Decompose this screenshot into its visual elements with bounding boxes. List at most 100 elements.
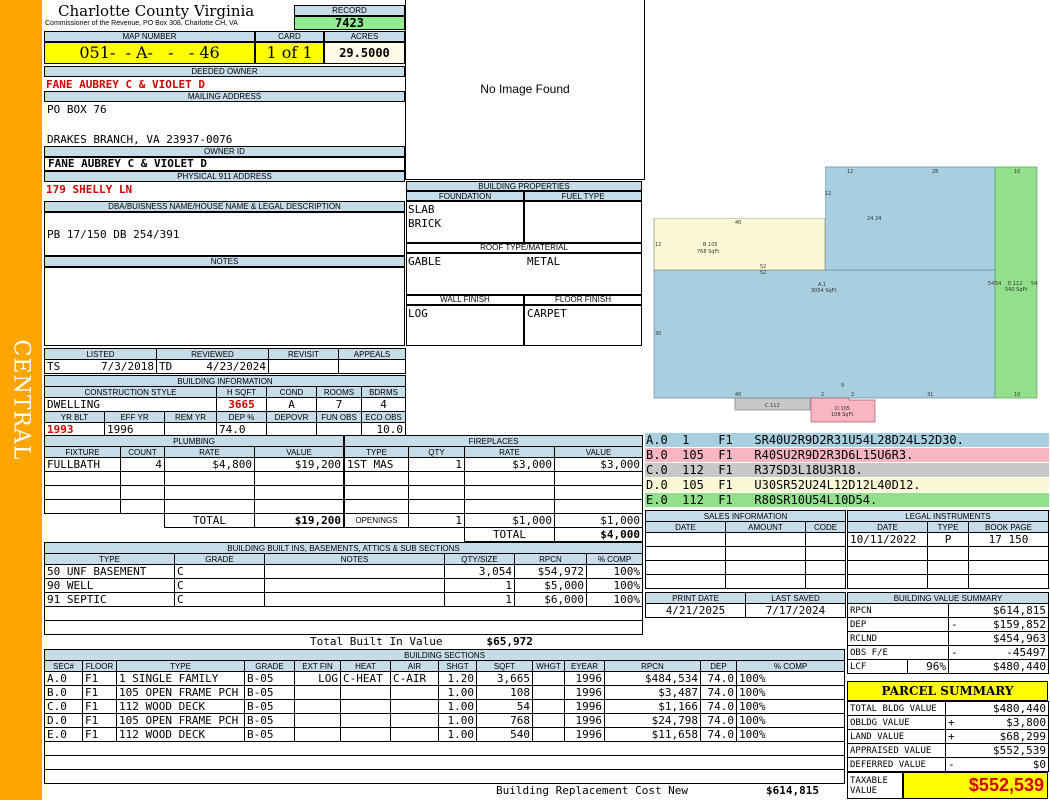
sections-header: EXT FIN xyxy=(294,660,341,672)
sections-header: AIR xyxy=(390,660,439,672)
physical-address-label: PHYSICAL 911 ADDRESS xyxy=(44,171,405,182)
floor-finish: CARPET xyxy=(527,307,567,320)
value-amount: -45497 xyxy=(1006,645,1046,659)
builtins-header: TYPE xyxy=(44,553,175,565)
condition: A xyxy=(266,397,317,412)
roof-label: ROOF TYPE/MATERIAL xyxy=(480,243,568,252)
building-info-table: BUILDING INFORMATION CONSTRUCTION STYLE H… xyxy=(43,375,407,437)
sketch-dim: 12 xyxy=(825,191,831,197)
sec-sqft: 54 xyxy=(476,699,533,714)
builtin-row: 90 WELL C 1 $5,000 100% xyxy=(44,578,644,593)
builtins-total: $65,972 xyxy=(486,634,533,648)
sec-whgt xyxy=(532,727,565,742)
notes-box xyxy=(44,267,405,346)
dep-label: DEP % xyxy=(216,411,267,423)
sections-header: DEP xyxy=(700,660,737,672)
value-amount: $454,963 xyxy=(948,631,1049,646)
parcel-sign: + xyxy=(948,715,955,729)
builtin-notes xyxy=(264,564,445,579)
sec-whgt xyxy=(532,699,565,714)
sec-rpcn: $24,798 xyxy=(604,713,701,728)
sketch-dim: 2 xyxy=(821,392,824,398)
plumbing-total-label: TOTAL xyxy=(164,513,255,528)
reviewed-label: REVIEWED xyxy=(156,348,269,360)
sketch-dim: 24 xyxy=(867,216,873,222)
foundation-2: BRICK xyxy=(408,217,442,230)
sections-title: BUILDING SECTIONS xyxy=(43,649,846,661)
funobs-label: FUN OBS xyxy=(316,411,362,423)
building-sketch: B.105 768 SqFt A.1 3054 SqFt E.112 540 S… xyxy=(653,166,1037,423)
fireplace-value: $3,000 xyxy=(553,457,644,472)
sketch-dim: 28 xyxy=(932,169,938,175)
parcel-sign: + xyxy=(948,729,955,743)
segment-row: A.0 1 F1 SR40U2R9D2R31U54L28D24L52D30. xyxy=(645,433,1049,447)
sec-sqft: 108 xyxy=(476,685,533,700)
sec-comp: 100% xyxy=(735,699,846,714)
parcel-value: $68,299 xyxy=(999,729,1046,743)
fireplaces-header: TYPE xyxy=(344,446,409,458)
reviewed-by: TD xyxy=(159,359,173,373)
district-label: CENTRAL xyxy=(8,339,34,461)
plumbing-header: VALUE xyxy=(253,446,345,458)
cond-label: COND xyxy=(266,386,317,398)
record-label: RECORD xyxy=(294,5,405,16)
plumbing-row: FULLBATH 4 $4,800 $19,200 xyxy=(44,457,345,472)
roof-material: METAL xyxy=(527,255,561,268)
sales-date-label: DATE xyxy=(645,521,726,533)
sec-floor: F1 xyxy=(82,713,117,728)
value-amount-cell: - -45497 xyxy=(948,645,1049,660)
mailing-address-label: MAILING ADDRESS xyxy=(44,91,405,102)
sections-header: % COMP xyxy=(735,660,846,672)
builtin-comp: 100% xyxy=(585,578,644,593)
sections-table: BUILDING SECTIONS SEC# FLOOR TYPE GRADE EXT … xyxy=(43,649,846,784)
legal-type: P xyxy=(927,532,969,547)
sec-eyear: 1996 xyxy=(564,685,605,700)
section-row: D.0 F1 105 OPEN FRAME PCH B-05 1.00 768 1996 $2… xyxy=(44,713,846,728)
sec-eyear: 1996 xyxy=(564,727,605,742)
sales-code-label: CODE xyxy=(804,521,847,533)
value-amount: $159,852 xyxy=(993,617,1046,631)
listed-cell: TS 7/3/2018 xyxy=(44,359,157,374)
sec-dep: 74.0 xyxy=(700,685,737,700)
builtin-rpcn: $6,000 xyxy=(514,592,587,607)
fireplace-qty: 1 xyxy=(408,457,465,472)
reviewed-date: 4/23/2024 xyxy=(206,359,266,373)
sec-heat xyxy=(340,685,391,700)
sketch-dim: 54 xyxy=(988,281,994,287)
sec-grade: B-05 xyxy=(244,713,295,728)
card-label: CARD xyxy=(255,31,324,42)
plumbing-title: PLUMBING xyxy=(43,435,345,447)
sec-air xyxy=(390,699,439,714)
plumbing-header: FIXTURE xyxy=(44,446,121,458)
sec-shgt: 1.20 xyxy=(438,671,477,686)
map-number-label: MAP NUMBER xyxy=(44,31,255,42)
value-label: LCF xyxy=(847,659,908,674)
legal-date: 10/11/2022 xyxy=(847,532,928,547)
parcel-value: $552,539 xyxy=(945,743,1049,758)
sketch-area-b: 108 SqFt xyxy=(831,412,853,418)
value-sign: - xyxy=(951,645,958,659)
card-number: 1 of 1 xyxy=(255,42,324,64)
builtins-header: GRADE xyxy=(174,553,265,565)
sketch-notch xyxy=(654,167,825,218)
sketch-dim: 9 xyxy=(841,383,844,389)
value-row: RPCN $614,815 xyxy=(847,603,1049,618)
sections-header: GRADE xyxy=(244,660,295,672)
sec-comp: 100% xyxy=(735,713,846,728)
sec-comp: 100% xyxy=(735,671,846,686)
sec-id: E.0 xyxy=(44,727,83,742)
openings-value: $1,000 xyxy=(553,513,644,528)
segment-row: E.0 112 F1 R80SR10U54L10D54. xyxy=(645,493,1049,507)
sec-id: A.0 xyxy=(44,671,83,686)
no-image-text: No Image Found xyxy=(480,82,570,96)
dba-label: DBA/BUISNESS NAME/HOUSE NAME & LEGAL DES… xyxy=(44,201,405,212)
sec-extfin: LOG xyxy=(294,671,341,686)
sec-air: C-AIR xyxy=(390,671,439,686)
value-amount: $480,440 xyxy=(948,659,1049,674)
sec-sqft: 540 xyxy=(476,727,533,742)
foundation-1: SLAB xyxy=(408,203,435,216)
parcel-label: OBLDG VALUE xyxy=(847,715,946,730)
rate: $4,800 xyxy=(164,457,255,472)
record-number: 7423 xyxy=(294,16,405,30)
parcel-label: APPRAISED VALUE xyxy=(847,743,946,758)
